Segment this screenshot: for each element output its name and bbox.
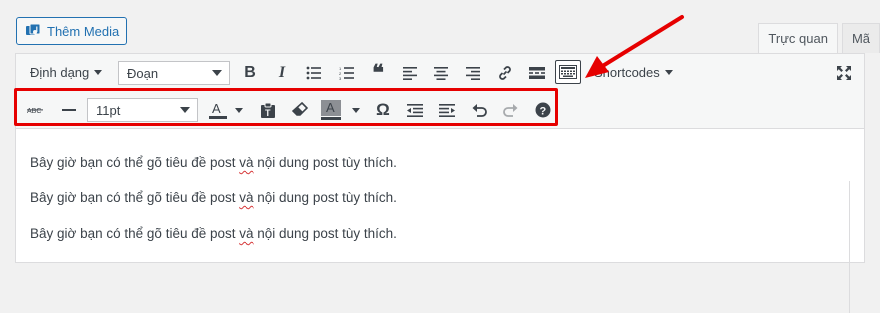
annotation-arrow: [585, 15, 684, 78]
format-dropdown-label: Định dạng: [30, 65, 90, 80]
editor-scroll-edge: [849, 181, 850, 313]
align-left-icon[interactable]: [399, 62, 421, 84]
content-line: Bây giờ bạn có thể gõ tiêu đề post và nộ…: [30, 226, 397, 241]
media-icon: [26, 23, 41, 35]
content-text: nội dung post tùy thích.: [253, 226, 397, 241]
blockquote-icon[interactable]: ❝: [367, 60, 389, 85]
content-text: Bây giờ bạn có thể gõ tiêu đề post: [30, 190, 240, 205]
numbered-list-icon[interactable]: 123: [336, 62, 358, 84]
chevron-down-icon: [94, 70, 103, 75]
align-right-icon[interactable]: [462, 62, 484, 84]
highlight-box: [14, 88, 558, 126]
content-text: nội dung post tùy thích.: [253, 155, 397, 170]
tab-visual[interactable]: Trực quan: [758, 23, 838, 53]
tab-text[interactable]: Mã: [841, 23, 880, 53]
read-more-icon[interactable]: [526, 62, 548, 84]
misspelled-word: và: [239, 190, 254, 205]
svg-text:3: 3: [339, 76, 342, 80]
paragraph-select[interactable]: Đoạn: [118, 61, 230, 85]
align-center-icon[interactable]: [430, 62, 452, 84]
bold-icon[interactable]: B: [240, 62, 260, 84]
add-media-button[interactable]: Thêm Media: [16, 17, 127, 45]
content-line: Bây giờ bạn có thể gõ tiêu đề post và nộ…: [30, 190, 397, 205]
toolbar-row-1: Định dạng Đoạn B I 123 ❝ Shortcodes: [16, 54, 864, 92]
chevron-down-icon: [212, 70, 222, 76]
misspelled-word: và: [239, 155, 254, 170]
link-icon[interactable]: [494, 62, 516, 84]
fullscreen-icon[interactable]: [834, 62, 854, 84]
paragraph-select-value: Đoạn: [127, 65, 159, 81]
editor-tabs: Trực quan Mã: [758, 23, 880, 53]
content-text: Bây giờ bạn có thể gõ tiêu đề post: [30, 155, 240, 170]
content-text: nội dung post tùy thích.: [253, 190, 397, 205]
misspelled-word: và: [239, 226, 254, 241]
format-dropdown[interactable]: Định dạng: [30, 65, 103, 80]
italic-icon[interactable]: I: [272, 62, 292, 84]
add-media-label: Thêm Media: [47, 23, 120, 39]
bullet-list-icon[interactable]: [303, 62, 325, 84]
content-text: Bây giờ bạn có thể gõ tiêu đề post: [30, 226, 240, 241]
content-line: Bây giờ bạn có thể gõ tiêu đề post và nộ…: [30, 155, 397, 170]
